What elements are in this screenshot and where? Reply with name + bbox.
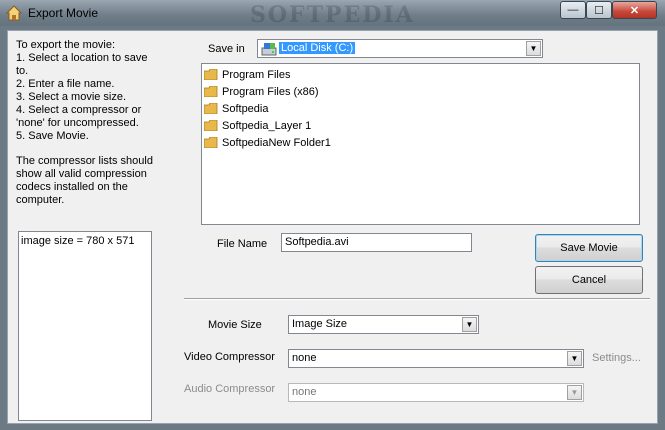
window-title: Export Movie bbox=[28, 6, 99, 20]
video-compressor-label: Video Compressor bbox=[184, 351, 275, 363]
note-line: codecs installed on the bbox=[16, 181, 128, 193]
instruction-line: To export the movie: bbox=[16, 39, 116, 51]
folder-name: SoftpediaNew Folder1 bbox=[222, 136, 331, 149]
left-panel: To export the movie: 1. Select a locatio… bbox=[8, 31, 153, 423]
chevron-down-icon[interactable]: ▼ bbox=[526, 41, 541, 56]
folder-icon bbox=[203, 136, 218, 149]
audio-compressor-dropdown[interactable]: none ▼ bbox=[288, 383, 584, 402]
instructions-text: To export the movie: 1. Select a locatio… bbox=[16, 39, 156, 143]
close-icon: ✕ bbox=[629, 4, 640, 17]
save-in-label: Save in bbox=[208, 43, 245, 55]
folder-item[interactable]: Program Files bbox=[203, 67, 291, 82]
export-movie-window: Export Movie SOFTPEDIA — ☐ ✕ To export t… bbox=[0, 0, 665, 430]
instruction-line: 1. Select a location to save bbox=[16, 52, 148, 64]
instruction-line: 5. Save Movie. bbox=[16, 130, 89, 142]
folder-icon bbox=[203, 85, 218, 98]
section-divider bbox=[184, 298, 650, 300]
folder-name: Softpedia bbox=[222, 102, 269, 115]
folder-item[interactable]: Softpedia bbox=[203, 101, 269, 116]
cancel-label: Cancel bbox=[571, 274, 607, 286]
close-button[interactable]: ✕ bbox=[612, 1, 657, 19]
file-name-label: File Name bbox=[217, 238, 268, 250]
chevron-down-icon[interactable]: ▼ bbox=[462, 317, 477, 332]
drive-icon bbox=[261, 43, 277, 56]
instruction-line: to. bbox=[16, 65, 29, 77]
app-house-icon bbox=[6, 5, 22, 21]
save-movie-label: Save Movie bbox=[560, 242, 618, 254]
save-in-dropdown[interactable]: Local Disk (C:) ▼ bbox=[257, 39, 543, 58]
instruction-line: 3. Select a movie size. bbox=[16, 91, 127, 103]
folder-name: Program Files bbox=[222, 68, 291, 81]
minimize-icon: — bbox=[567, 4, 579, 16]
movie-size-dropdown[interactable]: Image Size ▼ bbox=[288, 315, 479, 334]
cancel-button[interactable]: Cancel bbox=[535, 266, 643, 294]
instruction-line: 'none' for uncompressed. bbox=[16, 117, 139, 129]
image-size-text: image size = 780 x 571 bbox=[21, 235, 135, 247]
video-compressor-dropdown[interactable]: none ▼ bbox=[288, 349, 584, 368]
folder-icon bbox=[203, 68, 218, 81]
minimize-button[interactable]: — bbox=[560, 1, 586, 19]
instruction-line: 2. Enter a file name. bbox=[16, 78, 115, 90]
audio-compressor-label: Audio Compressor bbox=[184, 383, 276, 395]
note-line: The compressor lists should bbox=[16, 155, 153, 167]
image-info-box[interactable]: image size = 780 x 571 bbox=[18, 231, 152, 421]
maximize-button[interactable]: ☐ bbox=[586, 1, 612, 19]
movie-size-value: Image Size bbox=[292, 318, 348, 330]
folder-icon bbox=[203, 102, 218, 115]
chevron-down-icon[interactable]: ▼ bbox=[567, 351, 582, 366]
watermark-text: SOFTPEDIA bbox=[250, 2, 415, 28]
video-compressor-value: none bbox=[292, 352, 317, 364]
folder-item[interactable]: Program Files (x86) bbox=[203, 84, 319, 99]
save-in-value: Local Disk (C:) bbox=[279, 42, 356, 54]
folder-list[interactable]: Program Files Program Files (x86) Softpe… bbox=[201, 63, 640, 225]
save-movie-button[interactable]: Save Movie bbox=[535, 234, 643, 262]
note-line: computer. bbox=[16, 194, 65, 206]
folder-item[interactable]: SoftpediaNew Folder1 bbox=[203, 135, 331, 150]
file-name-input[interactable]: Softpedia.avi bbox=[281, 233, 472, 252]
folder-name: Program Files (x86) bbox=[222, 85, 319, 98]
folder-item[interactable]: Softpedia_Layer 1 bbox=[203, 118, 312, 133]
settings-button[interactable]: Settings... bbox=[592, 352, 641, 364]
chevron-down-icon[interactable]: ▼ bbox=[567, 385, 582, 400]
folder-icon bbox=[203, 119, 218, 132]
note-line: show all valid compression bbox=[16, 168, 147, 180]
maximize-icon: ☐ bbox=[594, 4, 604, 17]
dialog-client-area: To export the movie: 1. Select a locatio… bbox=[7, 30, 658, 424]
compressor-note: The compressor lists should show all val… bbox=[16, 155, 156, 207]
title-bar[interactable]: Export Movie SOFTPEDIA — ☐ ✕ bbox=[0, 0, 665, 28]
file-name-value: Softpedia.avi bbox=[285, 236, 349, 248]
folder-name: Softpedia_Layer 1 bbox=[222, 119, 312, 132]
audio-compressor-value: none bbox=[292, 386, 317, 398]
instruction-line: 4. Select a compressor or bbox=[16, 104, 142, 116]
movie-size-label: Movie Size bbox=[208, 319, 262, 331]
